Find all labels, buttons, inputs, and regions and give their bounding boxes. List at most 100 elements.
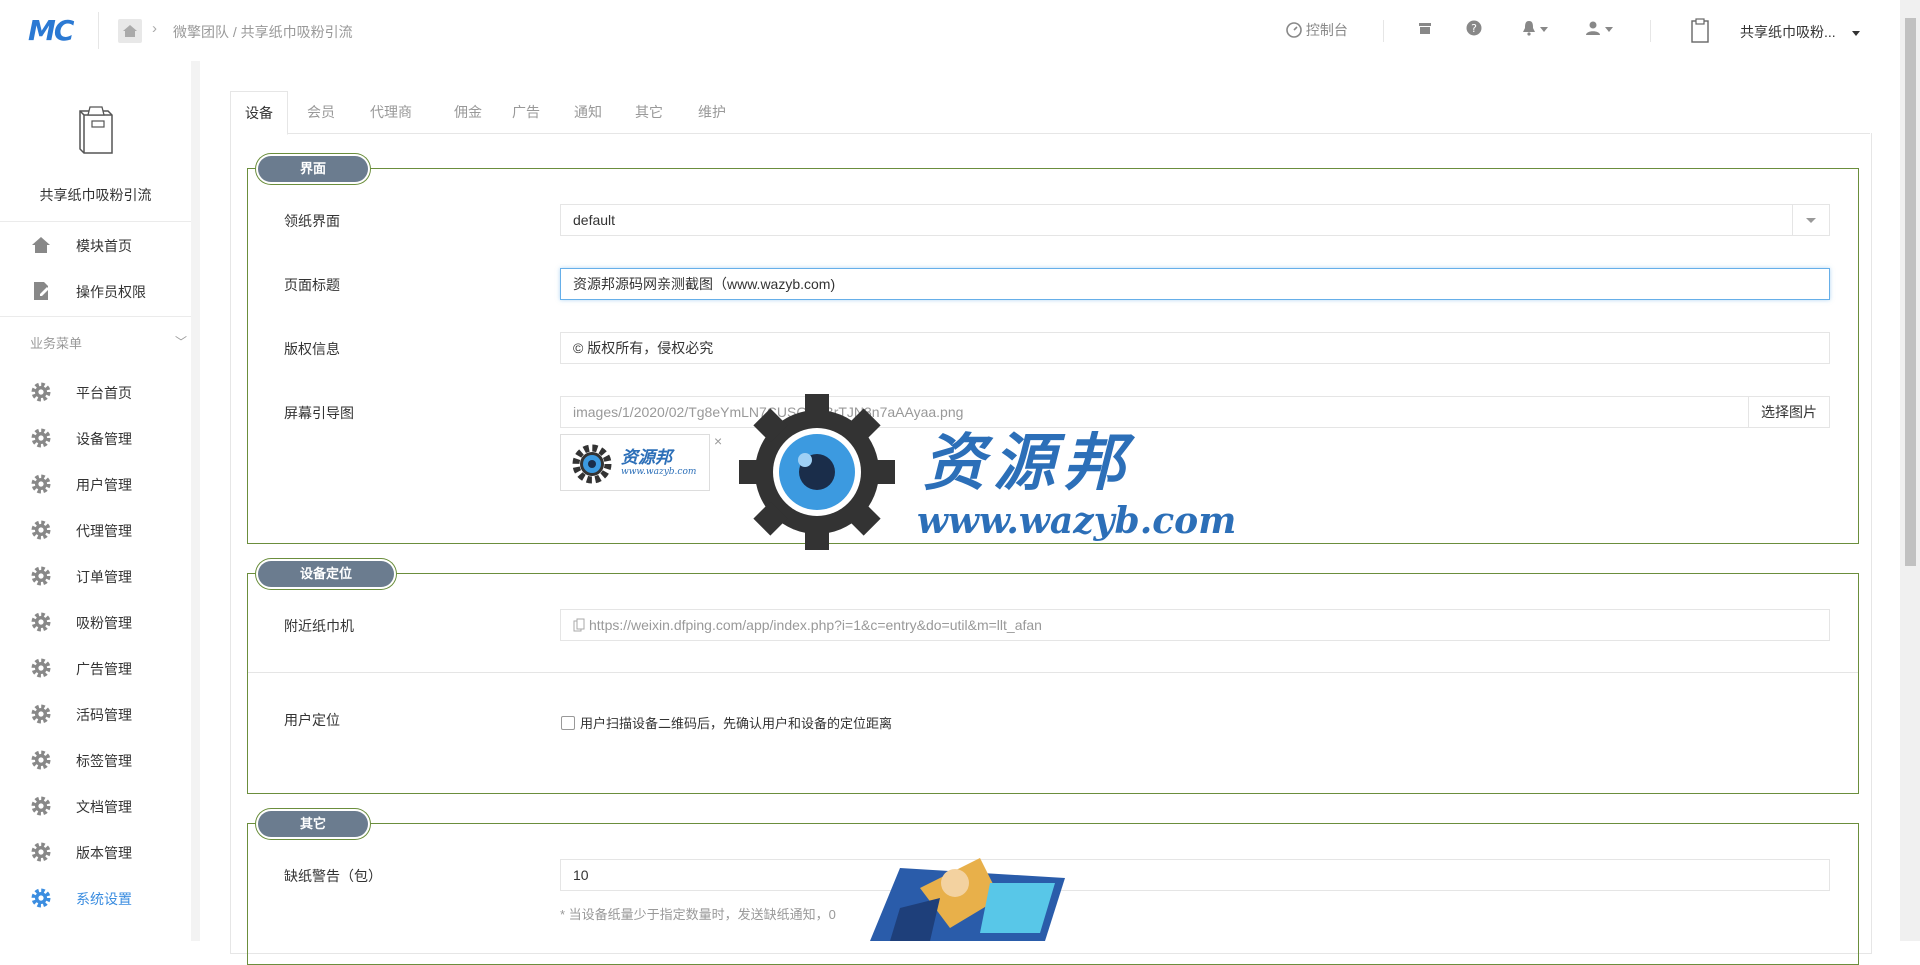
sidebar-item-agent-management[interactable]: 代理管理 (0, 507, 191, 551)
tab-device[interactable]: 设备 (230, 91, 288, 135)
fieldset-legend: 界面 (258, 156, 369, 182)
divider (0, 316, 191, 317)
gear-icon (31, 842, 51, 862)
gear-icon (31, 382, 51, 402)
gear-icon (31, 566, 51, 586)
divider (1383, 20, 1384, 42)
tab-maintenance[interactable]: 维护 (684, 91, 740, 133)
module-name: 共享纸巾吸粉引流 (39, 187, 152, 203)
sidebar-item-label: 活码管理 (76, 707, 132, 723)
pick-image-button[interactable]: 选择图片 (1748, 397, 1829, 427)
copyright-input[interactable]: © 版权所有，侵权必究 (560, 332, 1830, 364)
console-link[interactable]: 控制台 (1286, 20, 1348, 40)
shortage-value: 10 (573, 867, 589, 883)
tab-other[interactable]: 其它 (621, 91, 677, 133)
watermark-url: www.wazyb.com (917, 500, 1237, 542)
help-icon[interactable]: ? (1466, 20, 1482, 39)
settings-tabs: 设备 会员 代理商 佣金 广告 通知 其它 维护 (230, 91, 1870, 135)
sidebar-item-label: 版本管理 (76, 845, 132, 861)
sidebar-item-document-management[interactable]: 文档管理 (0, 783, 191, 827)
sidebar-item-label: 平台首页 (76, 385, 132, 401)
shortage-input[interactable]: 10 (560, 859, 1830, 891)
gear-icon (31, 658, 51, 678)
app-logo[interactable]: MC (28, 14, 74, 47)
paper-ui-select[interactable]: default (560, 204, 1830, 236)
user-location-label: 用户定位 (284, 712, 340, 728)
fieldset-legend: 设备定位 (258, 561, 395, 587)
sidebar-item-ad-management[interactable]: 广告管理 (0, 645, 191, 689)
user-location-checkbox-label[interactable]: 用户扫描设备二维码后，先确认用户和设备的定位距离 (580, 713, 892, 732)
paper-ui-value: default (573, 212, 616, 228)
copy-icon[interactable] (573, 618, 585, 632)
gear-icon (31, 428, 51, 448)
tab-notify[interactable]: 通知 (560, 91, 616, 133)
sidebar-item-version-management[interactable]: 版本管理 (0, 829, 191, 873)
store-icon[interactable] (1417, 20, 1433, 39)
scrollbar-thumb[interactable] (1905, 18, 1916, 566)
caret-down-icon (1540, 26, 1548, 32)
sidebar-item-label: 广告管理 (76, 661, 132, 677)
module-card: 共享纸巾吸粉引流 (0, 61, 191, 222)
copyright-value: © 版权所有，侵权必究 (573, 340, 714, 356)
tab-commission[interactable]: 佣金 (440, 91, 496, 133)
gear-icon (31, 520, 51, 540)
edit-icon (34, 282, 49, 300)
sidebar-item-label: 代理管理 (76, 523, 132, 539)
sidebar: 共享纸巾吸粉引流 模块首页 操作员权限 业务菜单 ﹀ 平台首页设备管理用户管理代… (0, 61, 200, 941)
sidebar-item-label: 用户管理 (76, 477, 132, 493)
sidebar-item-module-home[interactable]: 模块首页 (0, 222, 191, 266)
user-location-checkbox[interactable] (561, 716, 575, 730)
guide-image-thumbnail: 资源邦 www.wazyb.com (560, 434, 710, 491)
notification-dropdown[interactable] (1522, 20, 1548, 36)
page-title-label: 页面标题 (284, 277, 340, 293)
sidebar-scroll-gutter (191, 61, 200, 941)
breadcrumb-separator: / (232, 24, 237, 40)
divider (98, 12, 99, 49)
sidebar-item-label: 设备管理 (76, 431, 132, 447)
gear-icon (31, 704, 51, 724)
divider (1650, 20, 1651, 42)
tab-member[interactable]: 会员 (293, 91, 349, 133)
gear-icon (31, 612, 51, 632)
chevron-down-icon[interactable] (1792, 205, 1829, 235)
sidebar-item-system-settings[interactable]: 系统设置 (0, 875, 191, 919)
home-icon (32, 237, 50, 253)
sidebar-item-label: 文档管理 (76, 799, 132, 815)
sidebar-item-fans-management[interactable]: 吸粉管理 (0, 599, 191, 643)
sidebar-item-label: 模块首页 (76, 238, 132, 254)
nearby-url-field[interactable]: https://weixin.dfping.com/app/index.php?… (560, 609, 1830, 641)
sidebar-item-tag-management[interactable]: 标签管理 (0, 737, 191, 781)
svg-text:?: ? (1471, 22, 1477, 35)
sidebar-item-platform-home[interactable]: 平台首页 (0, 369, 191, 413)
sidebar-item-live-code-management[interactable]: 活码管理 (0, 691, 191, 735)
page-title-value: 资源邦源码网亲测截图（www.wazyb.com) (573, 276, 836, 292)
logo-gear-icon (572, 444, 612, 484)
close-icon[interactable]: × (714, 433, 722, 449)
sidebar-item-label: 吸粉管理 (76, 615, 132, 631)
user-dropdown[interactable] (1585, 20, 1613, 36)
breadcrumb-item-module[interactable]: 共享纸巾吸粉引流 (241, 24, 353, 40)
paper-ui-label: 领纸界面 (284, 213, 340, 229)
sidebar-item-user-management[interactable]: 用户管理 (0, 461, 191, 505)
chevron-down-icon[interactable]: ﹀ (175, 333, 187, 350)
breadcrumb-item-team[interactable]: 微擎团队 (173, 24, 229, 40)
thumb-brand: 资源邦 (621, 448, 672, 468)
sidebar-item-label: 标签管理 (76, 753, 132, 769)
fieldset-legend: 其它 (258, 811, 369, 837)
sidebar-item-operator-permissions[interactable]: 操作员权限 (0, 268, 191, 312)
user-icon (1586, 21, 1600, 35)
tab-ads[interactable]: 广告 (498, 91, 554, 133)
account-switcher[interactable]: 共享纸巾吸粉... (1740, 22, 1860, 42)
sidebar-item-device-management[interactable]: 设备管理 (0, 415, 191, 459)
shortage-help-text: * 当设备纸量少于指定数量时，发送缺纸通知，0 (560, 907, 836, 922)
shortage-label: 缺纸警告（包） (284, 868, 382, 884)
sidebar-item-order-management[interactable]: 订单管理 (0, 553, 191, 597)
tab-agent[interactable]: 代理商 (356, 91, 426, 133)
sidebar-item-label: 订单管理 (76, 569, 132, 585)
sidebar-group-title: 业务菜单 (30, 336, 83, 351)
decorative-banner-image (870, 858, 1065, 941)
page-title-input[interactable]: 资源邦源码网亲测截图（www.wazyb.com) (560, 268, 1830, 300)
home-icon[interactable] (118, 19, 142, 43)
gear-icon (31, 796, 51, 816)
caret-down-icon (1605, 26, 1613, 32)
